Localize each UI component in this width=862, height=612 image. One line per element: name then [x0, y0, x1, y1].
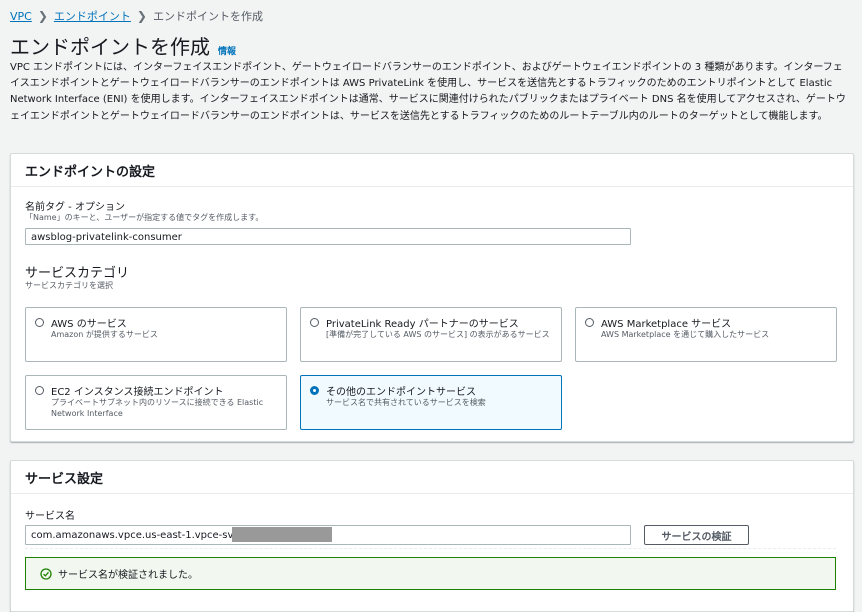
category-subtitle: プライベートサブネット内のリソースに接続できる Elastic Network … [51, 398, 264, 418]
success-message: サービス名が検証されました。 [58, 570, 198, 581]
category-aws-services[interactable]: AWS のサービス Amazon が提供するサービス [25, 307, 287, 362]
category-title: PrivateLink Ready パートナーのサービス [326, 319, 519, 330]
category-other-endpoint-services[interactable]: その他のエンドポイントサービス サービス名で共有されているサービスを検索 [300, 375, 562, 430]
category-title: AWS のサービス [51, 319, 127, 330]
divider [25, 548, 836, 549]
category-subtitle: サービス名で共有されているサービスを検索 [326, 398, 486, 407]
breadcrumb-endpoints-link[interactable]: エンドポイント [54, 8, 131, 24]
chevron-right-icon: ❯ [136, 9, 147, 23]
service-category-hint: サービスカテゴリを選択 [25, 281, 113, 290]
info-link[interactable]: 情報 [218, 44, 236, 57]
category-title: AWS Marketplace サービス [601, 319, 732, 330]
radio-icon[interactable] [35, 318, 44, 327]
check-circle-icon [40, 567, 52, 580]
category-subtitle: AWS Marketplace を通じて購入したサービス [601, 330, 770, 339]
chevron-right-icon: ❯ [37, 9, 48, 23]
radio-icon[interactable] [35, 386, 44, 395]
breadcrumb-vpc-link[interactable]: VPC [10, 10, 32, 23]
redacted-block [232, 527, 332, 542]
radio-icon[interactable] [585, 318, 594, 327]
category-subtitle: Amazon が提供するサービス [51, 330, 158, 339]
service-settings-panel: サービス設定 サービス名 com.amazonaws.vpce.us-east-… [10, 460, 854, 612]
category-title: EC2 インスタンス接続エンドポイント [51, 387, 224, 398]
page-title: エンドポイントを作成 [10, 35, 210, 59]
radio-selected-icon[interactable] [310, 386, 319, 395]
service-category-heading: サービスカテゴリ [25, 266, 130, 281]
name-tag-input[interactable]: awsblog-privatelink-consumer [25, 228, 631, 245]
page-description: VPC エンドポイントには、インターフェイスエンドポイント、ゲートウェイロードバ… [10, 62, 846, 122]
breadcrumb-current: エンドポイントを作成 [152, 10, 263, 23]
radio-icon[interactable] [310, 318, 319, 327]
service-name-value: com.amazonaws.vpce.us-east-1.vpce-svc-0 [31, 530, 249, 541]
service-name-label: サービス名 [25, 511, 75, 522]
name-tag-hint: 「Name」のキーと、ユーザーが指定する値でタグを作成します。 [25, 213, 264, 222]
breadcrumb: VPC ❯ エンドポイント ❯ エンドポイントを作成 [10, 8, 263, 24]
category-title: その他のエンドポイントサービス [326, 387, 476, 398]
page-header: エンドポイントを作成 情報 [10, 31, 236, 60]
category-aws-marketplace[interactable]: AWS Marketplace サービス AWS Marketplace を通じ… [575, 307, 837, 362]
service-settings-header: サービス設定 [11, 461, 853, 494]
endpoint-settings-header: エンドポイントの設定 [11, 154, 853, 187]
success-alert: サービス名が検証されました。 [25, 557, 836, 590]
name-tag-label: 名前タグ - オプション [25, 202, 125, 213]
verify-service-button[interactable]: サービスの検証 [644, 525, 749, 545]
endpoint-settings-panel: エンドポイントの設定 名前タグ - オプション 「Name」のキーと、ユーザーが… [10, 153, 854, 442]
category-subtitle: [準備が完了している AWS のサービス] の表示があるサービス [326, 330, 550, 339]
category-privatelink-partner[interactable]: PrivateLink Ready パートナーのサービス [準備が完了している … [300, 307, 562, 362]
category-ec2-instance-connect[interactable]: EC2 インスタンス接続エンドポイント プライベートサブネット内のリソースに接続… [25, 375, 287, 430]
